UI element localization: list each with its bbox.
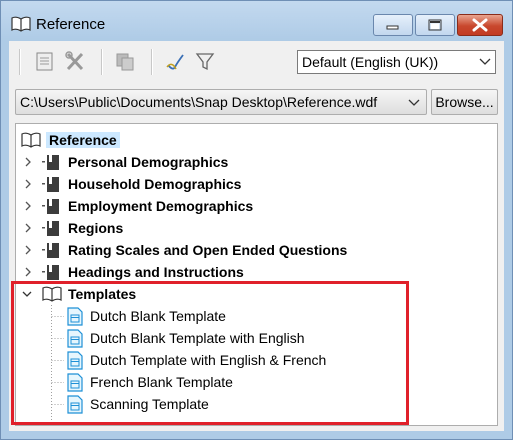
browse-button[interactable]: Browse...: [431, 89, 498, 115]
select-icon: [166, 54, 184, 70]
select-button[interactable]: [163, 49, 187, 75]
tree-template-item[interactable]: Dutch Blank Template: [16, 305, 486, 327]
reference-window: Reference Default (English (UK)) C:\User…: [0, 0, 513, 440]
template-file-icon: [67, 395, 83, 414]
tree-template-item[interactable]: Dutch Blank Template with English: [16, 327, 486, 349]
open-book-icon: [11, 16, 31, 32]
copy-button[interactable]: [113, 49, 137, 75]
toolbar-separator: [19, 49, 21, 75]
template-item-label: French Blank Template: [90, 374, 233, 390]
close-button[interactable]: [457, 14, 503, 36]
template-file-icon: [67, 351, 83, 370]
template-file-icon: [67, 373, 83, 392]
tools-icon: [65, 51, 84, 71]
template-item-label: Dutch Template with English & French: [90, 352, 327, 368]
filter-icon: [195, 53, 215, 71]
tools-button[interactable]: [63, 49, 87, 75]
template-file-icon: [67, 329, 83, 348]
filter-button[interactable]: [193, 49, 217, 75]
template-item-label: Scanning Template: [90, 396, 209, 412]
file-path-value: C:\Users\Public\Documents\Snap Desktop\R…: [20, 94, 378, 110]
toolbar-separator: [151, 49, 153, 75]
window-client-area: Default (English (UK)) C:\Users\Public\D…: [9, 41, 504, 431]
file-path-select[interactable]: C:\Users\Public\Documents\Snap Desktop\R…: [15, 89, 427, 115]
tree-template-item[interactable]: Dutch Template with English & French: [16, 349, 486, 371]
language-select[interactable]: Default (English (UK)): [297, 50, 496, 74]
properties-button[interactable]: [33, 49, 57, 75]
reference-tree[interactable]: Reference Personal Demographics Househol…: [15, 123, 498, 426]
chevron-down-icon: [408, 99, 420, 106]
chevron-down-icon: [479, 58, 491, 65]
minimize-button[interactable]: [373, 14, 413, 36]
maximize-button[interactable]: [415, 14, 455, 36]
title-bar[interactable]: Reference: [1, 1, 512, 41]
tree-template-item[interactable]: Scanning Template: [16, 393, 486, 415]
toolbar-separator: [101, 49, 103, 75]
template-file-icon: [67, 307, 83, 326]
template-item-label: Dutch Blank Template with English: [90, 330, 305, 346]
properties-icon: [36, 52, 53, 71]
tree-template-item[interactable]: French Blank Template: [16, 371, 486, 393]
copy-icon: [116, 53, 134, 71]
language-select-value: Default (English (UK)): [302, 54, 439, 70]
window-title: Reference: [36, 16, 106, 33]
template-item-label: Dutch Blank Template: [90, 308, 226, 324]
